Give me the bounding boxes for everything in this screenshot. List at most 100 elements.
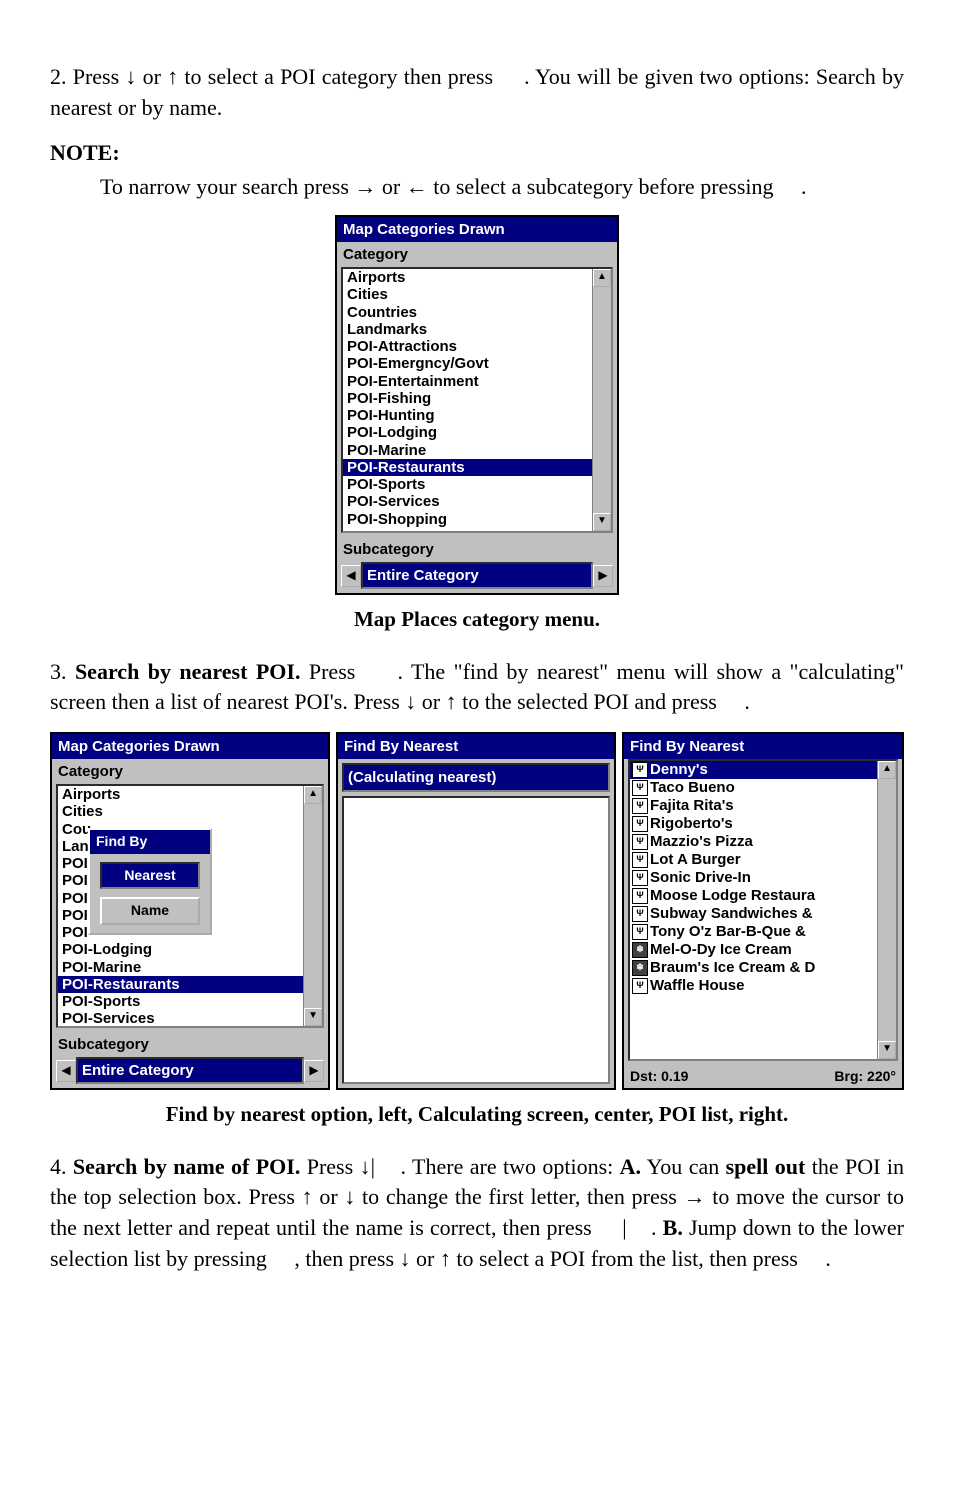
list-item[interactable]: POI-Sports <box>343 476 592 493</box>
caption-2: Find by nearest option, left, Calculatin… <box>50 1100 904 1129</box>
poi-name: Subway Sandwiches & <box>650 905 813 923</box>
poi-name: Taco Bueno <box>650 779 735 797</box>
find-by-nearest-calculating: Find By Nearest (Calculating nearest) <box>336 732 616 1090</box>
subcategory-value[interactable]: Entire Category <box>361 562 593 589</box>
poi-name: Mazzio's Pizza <box>650 833 753 851</box>
list-item[interactable]: POI-Restaurants <box>58 976 303 993</box>
scroll-up-icon[interactable]: ▲ <box>878 761 896 779</box>
name-button[interactable]: Name <box>100 897 200 925</box>
poi-name: Braum's Ice Cream & D <box>650 959 815 977</box>
subcategory-label: Subcategory <box>337 537 617 562</box>
poi-name: Sonic Drive-In <box>650 869 751 887</box>
category-listbox[interactable]: AirportsCitiesCountriesLandmarksPOI-Attr… <box>341 267 613 533</box>
caption-1: Map Places category menu. <box>50 605 904 634</box>
distance-label: Dst: 0.19 <box>630 1067 688 1087</box>
list-item[interactable]: POI-Restaurants <box>343 459 592 476</box>
list-item[interactable]: POI-Lodging <box>58 941 303 958</box>
map-categories-window-with-popup: Map Categories Drawn Category AirportsCi… <box>50 732 330 1090</box>
scrollbar[interactable]: ▲ ▼ <box>877 761 896 1058</box>
list-item[interactable]: POI-Marine <box>58 959 303 976</box>
poi-list-item[interactable]: ΨTaco Bueno <box>630 779 877 797</box>
list-item[interactable]: POI-Hunting <box>343 407 592 424</box>
list-item[interactable]: Landmarks <box>343 321 592 338</box>
poi-type-icon: Ψ <box>632 834 648 850</box>
scroll-down-icon[interactable]: ▼ <box>593 513 611 531</box>
poi-list-item[interactable]: ❄Braum's Ice Cream & D <box>630 959 877 977</box>
list-item[interactable]: POI-Services <box>58 1010 303 1026</box>
poi-name: Lot A Burger <box>650 851 741 869</box>
list-item[interactable]: Cities <box>58 803 303 820</box>
scrollbar[interactable]: ▲ ▼ <box>592 269 611 531</box>
status-bar: Dst: 0.19 Brg: 220° <box>624 1065 902 1089</box>
list-item[interactable]: Countries <box>343 304 592 321</box>
arrow-right-icon[interactable]: ▶ <box>304 1060 324 1082</box>
poi-list-item[interactable]: ΨDenny's <box>630 761 877 779</box>
list-item[interactable]: POI-Entertainment <box>343 373 592 390</box>
list-item[interactable]: POI-Fishing <box>343 390 592 407</box>
poi-listbox[interactable]: ΨDenny'sΨTaco BuenoΨFajita Rita'sΨRigobe… <box>628 759 898 1060</box>
list-item[interactable]: POI-Marine <box>343 442 592 459</box>
subcategory-value[interactable]: Entire Category <box>76 1057 304 1084</box>
arrow-left-icon[interactable]: ◀ <box>56 1060 76 1082</box>
list-item[interactable]: Cities <box>343 286 592 303</box>
list-item[interactable]: POI-Lodging <box>343 424 592 441</box>
poi-type-icon: Ψ <box>632 888 648 904</box>
poi-list-item[interactable]: ΨRigoberto's <box>630 815 877 833</box>
list-item[interactable]: POI-Emergncy/Govt <box>343 355 592 372</box>
poi-type-icon: Ψ <box>632 762 648 778</box>
window-title: Map Categories Drawn <box>52 734 328 759</box>
list-item[interactable]: Airports <box>58 786 303 803</box>
list-item[interactable]: POI-Sports <box>58 993 303 1010</box>
category-label: Category <box>52 759 328 784</box>
poi-type-icon: Ψ <box>632 816 648 832</box>
poi-list-item[interactable]: ΨLot A Burger <box>630 851 877 869</box>
poi-list-item[interactable]: ❄Mel-O-Dy Ice Cream <box>630 941 877 959</box>
poi-type-icon: Ψ <box>632 780 648 796</box>
paragraph-step-3: 3. Search by nearest POI. Press . The "f… <box>50 657 904 719</box>
map-categories-window: Map Categories Drawn Category AirportsCi… <box>335 215 619 595</box>
poi-type-icon: ❄ <box>632 960 648 976</box>
empty-list-area <box>342 796 610 1084</box>
list-item[interactable]: POI-Services <box>343 493 592 510</box>
poi-list-item[interactable]: ΨWaffle House <box>630 977 877 995</box>
poi-type-icon: Ψ <box>632 852 648 868</box>
poi-list-item[interactable]: ΨSonic Drive-In <box>630 869 877 887</box>
poi-list-item[interactable]: ΨMazzio's Pizza <box>630 833 877 851</box>
poi-name: Mel-O-Dy Ice Cream <box>650 941 792 959</box>
poi-type-icon: Ψ <box>632 978 648 994</box>
poi-list-item[interactable]: ΨTony O'z Bar-B-Que & <box>630 923 877 941</box>
poi-name: Tony O'z Bar-B-Que & <box>650 923 806 941</box>
poi-type-icon: Ψ <box>632 798 648 814</box>
poi-type-icon: ❄ <box>632 942 648 958</box>
poi-type-icon: Ψ <box>632 906 648 922</box>
window-title: Find By Nearest <box>624 734 902 759</box>
poi-list-item[interactable]: ΨFajita Rita's <box>630 797 877 815</box>
poi-name: Fajita Rita's <box>650 797 734 815</box>
note-heading: NOTE: <box>50 138 904 169</box>
poi-name: Denny's <box>650 761 708 779</box>
category-listbox[interactable]: AirportsCitiesCouLanPOI-POI-POI-POI-POI-… <box>56 784 324 1028</box>
poi-list-item[interactable]: ΨMoose Lodge Restaura <box>630 887 877 905</box>
poi-name: Waffle House <box>650 977 744 995</box>
poi-name: Moose Lodge Restaura <box>650 887 815 905</box>
scroll-down-icon[interactable]: ▼ <box>878 1041 896 1059</box>
note-body: To narrow your search press → or ← to se… <box>100 172 904 203</box>
poi-type-icon: Ψ <box>632 924 648 940</box>
scroll-up-icon[interactable]: ▲ <box>593 269 611 287</box>
scrollbar[interactable]: ▲ ▼ <box>303 786 322 1026</box>
list-item[interactable]: POI-Shopping <box>343 511 592 528</box>
popup-title: Find By <box>90 830 210 854</box>
list-item[interactable]: POI-Attractions <box>343 338 592 355</box>
nearest-button[interactable]: Nearest <box>100 862 200 890</box>
category-label: Category <box>337 242 617 267</box>
poi-list-item[interactable]: ΨSubway Sandwiches & <box>630 905 877 923</box>
window-title: Find By Nearest <box>338 734 614 759</box>
poi-type-icon: Ψ <box>632 870 648 886</box>
paragraph-step-2: 2. Press ↓ or ↑ to select a POI category… <box>50 62 904 124</box>
find-by-nearest-results: Find By Nearest ΨDenny'sΨTaco BuenoΨFaji… <box>622 732 904 1090</box>
scroll-down-icon[interactable]: ▼ <box>304 1008 322 1026</box>
arrow-right-icon[interactable]: ▶ <box>593 565 613 587</box>
list-item[interactable]: Airports <box>343 269 592 286</box>
arrow-left-icon[interactable]: ◀ <box>341 565 361 587</box>
scroll-up-icon[interactable]: ▲ <box>304 786 322 804</box>
